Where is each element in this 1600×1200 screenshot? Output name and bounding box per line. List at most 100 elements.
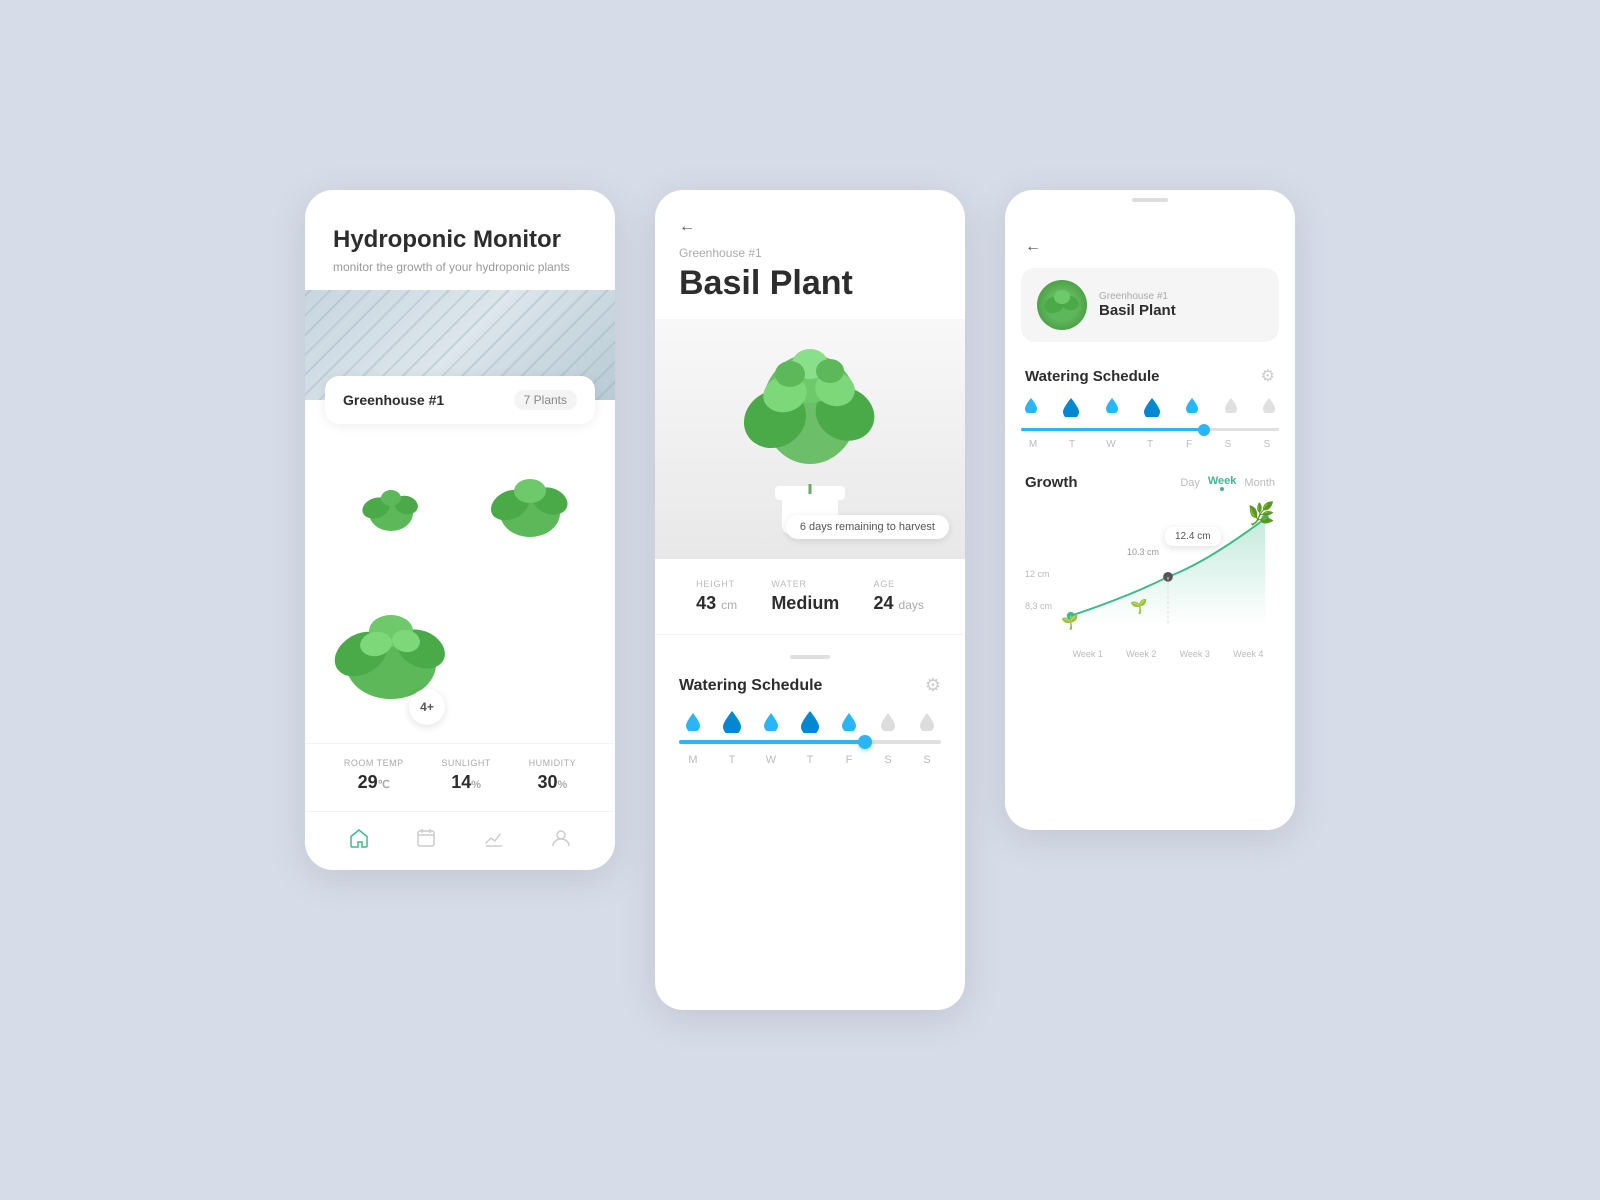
screen3-top: ← <box>1005 214 1295 268</box>
active-view-dot <box>1220 487 1224 491</box>
info-value-age: 24 days <box>874 593 924 614</box>
day-label-T2: T <box>800 754 820 766</box>
chart-week-4: Week 4 <box>1233 649 1263 659</box>
screen1-header: Hydroponic Monitor monitor the growth of… <box>305 190 615 290</box>
back-button-screen2[interactable]: ← <box>679 218 941 236</box>
nav-profile[interactable] <box>549 826 573 850</box>
tooltip-12-4: 12.4 cm <box>1165 527 1221 546</box>
view-week-container: Week <box>1208 475 1237 491</box>
info-label-water: WATER <box>771 579 839 589</box>
greenhouse-count: 7 Plants <box>514 390 577 410</box>
day-dot-T2 <box>800 712 820 732</box>
nav-chart[interactable] <box>482 826 506 850</box>
s3-dot-W <box>1106 398 1118 422</box>
plant-avatar-svg <box>1042 285 1082 325</box>
more-plants-badge[interactable]: 4+ <box>409 689 445 725</box>
info-value-height: 43 cm <box>696 593 737 614</box>
day-label-S2: S <box>917 754 937 766</box>
s3-dot-S2 <box>1263 398 1275 422</box>
info-value-water: Medium <box>771 593 839 614</box>
day-label-M: M <box>683 754 703 766</box>
day-label-S1: S <box>878 754 898 766</box>
stat-value-temp: 29℃ <box>344 772 404 793</box>
view-week[interactable]: Week <box>1208 475 1237 487</box>
info-label-height: HEIGHT <box>696 579 737 589</box>
greenhouse-card[interactable]: Greenhouse #1 7 Plants <box>325 376 595 424</box>
y-label-83: 8,3 cm <box>1025 601 1052 611</box>
plant-cell-3[interactable]: 4+ <box>321 579 461 736</box>
growth-chart: 12 cm 8,3 cm <box>1025 499 1275 659</box>
info-age: AGE 24 days <box>874 579 924 614</box>
back-button-screen3[interactable]: ← <box>1025 238 1041 256</box>
info-height: HEIGHT 43 cm <box>696 579 737 614</box>
day-dot-T1 <box>722 712 742 732</box>
plant-grid: 4+ <box>305 424 615 743</box>
screen3-greenhouse-tag: Greenhouse #1 <box>1099 291 1176 302</box>
day-dot-S1 <box>878 712 898 732</box>
stat-sunlight: SUNLIGHT 14% <box>441 758 491 793</box>
chart-week-labels: Week 1 Week 2 Week 3 Week 4 <box>1025 649 1275 659</box>
chart-week-2: Week 2 <box>1126 649 1156 659</box>
screen-hydroponic-monitor: Hydroponic Monitor monitor the growth of… <box>305 190 615 870</box>
stat-value-sunlight: 14% <box>441 772 491 793</box>
day-dot-M <box>683 712 703 732</box>
chart-week-1: Week 1 <box>1073 649 1103 659</box>
screen3-plant-info: Greenhouse #1 Basil Plant <box>1099 291 1176 319</box>
s3-dot-T2 <box>1144 398 1160 422</box>
info-label-age: AGE <box>874 579 924 589</box>
day-label-T1: T <box>722 754 742 766</box>
screen-growth-chart: ← Greenhouse #1 Basil Plant Watering Sch… <box>1005 190 1295 830</box>
s3-dot-M <box>1025 398 1037 422</box>
drag-handle <box>790 655 830 659</box>
growth-section: Growth Day Week Month 12 cm 8,3 cm <box>1005 466 1295 830</box>
view-month[interactable]: Month <box>1244 477 1275 489</box>
screen3-slider[interactable] <box>1021 428 1279 431</box>
stat-label-humidity: HUMIDITY <box>529 758 577 768</box>
day-label-F: F <box>839 754 859 766</box>
app-title: Hydroponic Monitor <box>333 226 587 254</box>
nav-home[interactable] <box>347 826 371 850</box>
s3-slider-fill <box>1021 428 1204 431</box>
leaf-icon-week4: 🌿 <box>1248 501 1275 527</box>
harvest-badge: 6 days remaining to harvest <box>786 515 949 539</box>
screen3-watering-area: M T W T F S S <box>1005 398 1295 466</box>
s3-label-T2: T <box>1142 439 1158 450</box>
screen2-watering: Watering Schedule ⚙ <box>655 635 965 786</box>
plant-info-row: HEIGHT 43 cm WATER Medium AGE 24 days <box>655 559 965 635</box>
stat-value-humidity: 30% <box>529 772 577 793</box>
view-day[interactable]: Day <box>1180 477 1200 489</box>
screen2-plant-title: Basil Plant <box>679 264 941 303</box>
day-dot-S2 <box>917 712 937 732</box>
s3-label-M: M <box>1025 439 1041 450</box>
chart-week-3: Week 3 <box>1180 649 1210 659</box>
stat-label-temp: ROOM TEMP <box>344 758 404 768</box>
watering-slider[interactable] <box>679 740 941 744</box>
screen3-plant-name: Basil Plant <box>1099 302 1176 319</box>
gear-icon-screen3[interactable]: ⚙ <box>1261 366 1275 386</box>
screen3-watering-header: Watering Schedule ⚙ <box>1005 358 1295 398</box>
screen2-plant-image: 6 days remaining to harvest <box>655 319 965 559</box>
y-label-12: 12 cm <box>1025 569 1050 579</box>
growth-header: Growth Day Week Month <box>1025 474 1275 491</box>
day-dot-F <box>839 712 859 732</box>
plant-avatar <box>1037 280 1087 330</box>
day-indicators <box>679 712 941 732</box>
app-subtitle: monitor the growth of your hydroponic pl… <box>333 260 587 274</box>
growth-chart-svg <box>1061 499 1275 625</box>
day-label-W: W <box>761 754 781 766</box>
plant-cell-1[interactable] <box>321 442 461 579</box>
screen2-greenhouse-label: Greenhouse #1 <box>679 246 941 260</box>
nav-calendar[interactable] <box>414 826 438 850</box>
tooltip-10-3: 10.3 cm <box>1117 543 1169 561</box>
s3-label-T1: T <box>1064 439 1080 450</box>
spacer-top <box>1005 190 1295 198</box>
plant-cell-2[interactable] <box>461 442 599 579</box>
day-labels: M T W T F S S <box>679 754 941 766</box>
slider-fill <box>679 740 865 744</box>
screen3-drag-handle <box>1132 198 1168 202</box>
stat-room-temp: ROOM TEMP 29℃ <box>344 758 404 793</box>
gear-icon-screen2[interactable]: ⚙ <box>925 675 941 696</box>
greenhouse-name: Greenhouse #1 <box>343 392 444 408</box>
s3-dot-F <box>1186 398 1198 422</box>
growth-title: Growth <box>1025 474 1078 491</box>
